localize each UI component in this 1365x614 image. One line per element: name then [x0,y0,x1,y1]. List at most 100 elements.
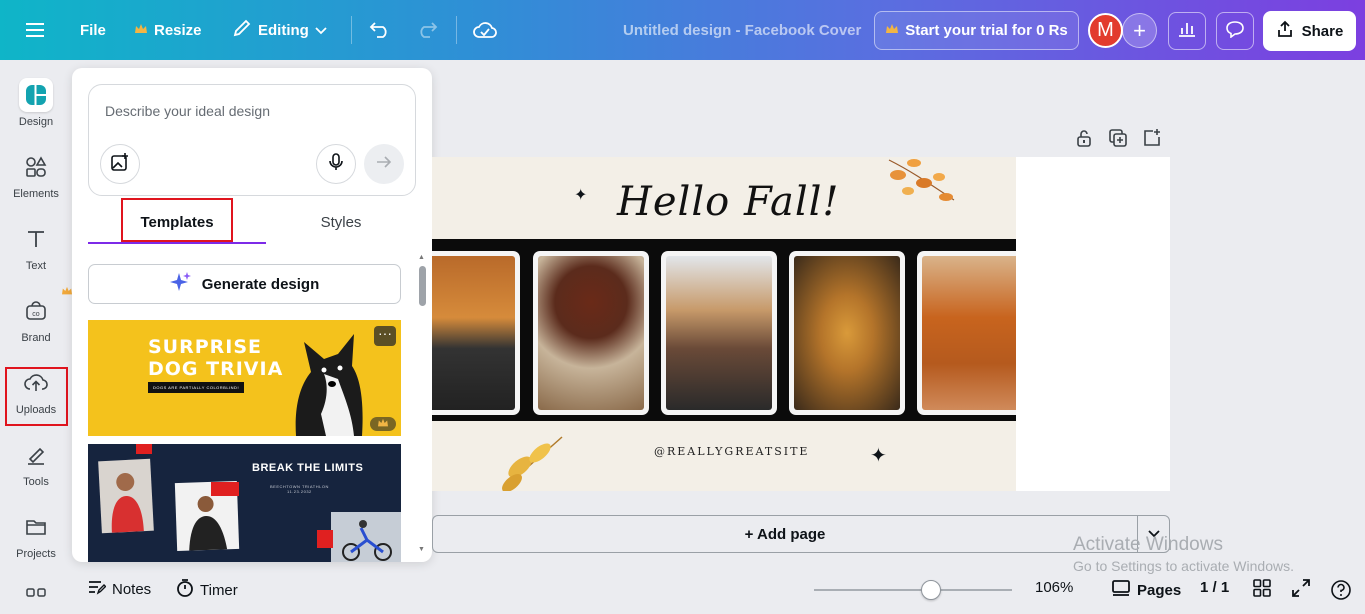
document-title[interactable]: Untitled design - Facebook Cover [623,22,861,39]
templates-panel: Templates Styles Generate design SURPRIS… [72,68,432,562]
svg-text:co: co [32,311,40,318]
resize-button[interactable]: Resize [124,12,212,48]
notes-button[interactable]: Notes [88,579,151,599]
cloud-saved-icon[interactable] [467,12,503,48]
rail-label: Design [18,116,54,128]
insights-button[interactable] [1168,12,1206,50]
film-photo [661,251,777,415]
resize-label: Resize [154,21,202,39]
design-icon [19,78,53,112]
rail-item-brand[interactable]: co Brand [0,286,72,344]
voice-input-button[interactable] [316,144,356,184]
athlete-photo [98,458,154,534]
film-photo [432,251,520,415]
redo-icon[interactable] [409,12,445,48]
lock-icon[interactable] [1074,128,1094,153]
scroll-down-icon: ▼ [418,546,425,553]
notes-label: Notes [112,580,152,598]
divider [456,16,457,44]
tab-styles[interactable]: Styles [266,202,416,242]
add-image-button[interactable] [100,144,140,184]
dog-illustration [295,334,363,436]
fullscreen-button[interactable] [1292,579,1310,601]
sparkle-star-icon: ✦ [870,445,887,467]
rail-label: Text [25,260,47,272]
pencil-icon [232,18,252,42]
share-button[interactable]: Share [1263,11,1356,51]
image-plus-icon [110,152,130,177]
projects-icon [19,510,53,544]
notes-icon [88,579,107,599]
apps-icon[interactable] [25,587,47,609]
rail-item-text[interactable]: Text [0,222,72,272]
grid-view-button[interactable] [1253,579,1271,601]
uploads-highlight-box [5,367,68,426]
template-thumbnail[interactable]: SURPRISE DOG TRIVIA DOGS ARE PARTIALLY C… [88,320,401,436]
rail-item-tools[interactable]: Tools [0,438,72,488]
autumn-leaf-decoration [502,436,563,491]
undo-icon[interactable] [362,12,398,48]
comments-button[interactable] [1216,12,1254,50]
generate-label: Generate design [201,275,320,293]
design-canvas[interactable]: ✦ Hello Fall! @REALLYGREATSITE ✦ [432,157,1170,491]
add-collaborator-button[interactable]: + [1122,13,1157,48]
menu-icon[interactable] [18,12,54,48]
zoom-slider-thumb[interactable] [920,580,941,600]
timer-button[interactable]: Timer [176,579,238,601]
bar-chart-icon [1177,20,1197,43]
add-page-button[interactable]: + Add page [432,515,1137,553]
start-trial-button[interactable]: Start your trial for 0 Rs [874,11,1079,50]
plus-icon: + [1133,17,1146,43]
cyclist-photo [331,512,401,562]
generate-design-button[interactable]: Generate design [88,264,401,304]
film-photo [789,251,905,415]
active-tab-indicator [88,242,266,244]
file-label: File [80,21,106,39]
rail-item-projects[interactable]: Projects [0,510,72,560]
more-options-button[interactable]: ··· [374,326,396,346]
duplicate-page-icon[interactable] [1108,128,1128,153]
film-strip [432,239,1016,421]
submit-prompt-button[interactable] [364,144,404,184]
facebook-cover-design[interactable]: ✦ Hello Fall! @REALLYGREATSITE ✦ [432,157,1016,491]
website-handle[interactable]: @REALLYGREATSITE [654,445,809,458]
red-block-shape [136,444,152,454]
trial-label: Start your trial for 0 Rs [905,22,1068,39]
help-button[interactable] [1330,579,1352,605]
panel-scrollbar[interactable]: ▲ ▼ [418,254,426,554]
rail-item-elements[interactable]: Elements [0,150,72,200]
file-menu-button[interactable]: File [70,12,116,48]
avatar[interactable]: M [1088,13,1123,48]
tab-label: Styles [320,213,362,231]
pages-label: Pages [1137,581,1182,599]
pages-button[interactable]: Pages [1111,579,1181,601]
add-page-icon[interactable] [1142,128,1162,153]
activate-windows-subtitle: Go to Settings to activate Windows. [1073,558,1294,574]
template-subtitle-line: 11.23.2032 [287,489,312,494]
pages-icon [1111,579,1131,601]
page-counter-value: 1 / 1 [1200,579,1230,596]
tools-icon [19,438,53,472]
template-title: BREAK THE LIMITS [252,462,364,474]
template-thumbnail[interactable]: BREAK THE LIMITS BEECHTOWN TRIATHLON 11.… [88,444,401,562]
editing-mode-button[interactable]: Editing [222,12,337,48]
scroll-thumb[interactable] [419,266,426,306]
timer-label: Timer [200,581,238,599]
design-heading[interactable]: Hello Fall! [617,179,839,225]
ellipsis-icon: ··· [378,325,392,341]
zoom-level[interactable]: 106% [1035,579,1073,596]
sparkle-icon [169,271,192,297]
timer-icon [176,579,194,601]
crown-icon [885,22,899,39]
design-prompt-input[interactable] [105,103,395,119]
left-rail: Design Elements Text co Brand Uploads To… [0,60,72,609]
comment-icon [1225,20,1245,43]
rail-item-design[interactable]: Design [0,78,72,128]
film-photo [533,251,649,415]
crown-icon [134,22,148,39]
microphone-icon [328,152,344,177]
autumn-leaf-branch-decoration [888,159,955,201]
zoom-slider-track[interactable] [814,589,1012,591]
grid-icon [1253,579,1271,601]
rail-label: Projects [16,548,56,560]
